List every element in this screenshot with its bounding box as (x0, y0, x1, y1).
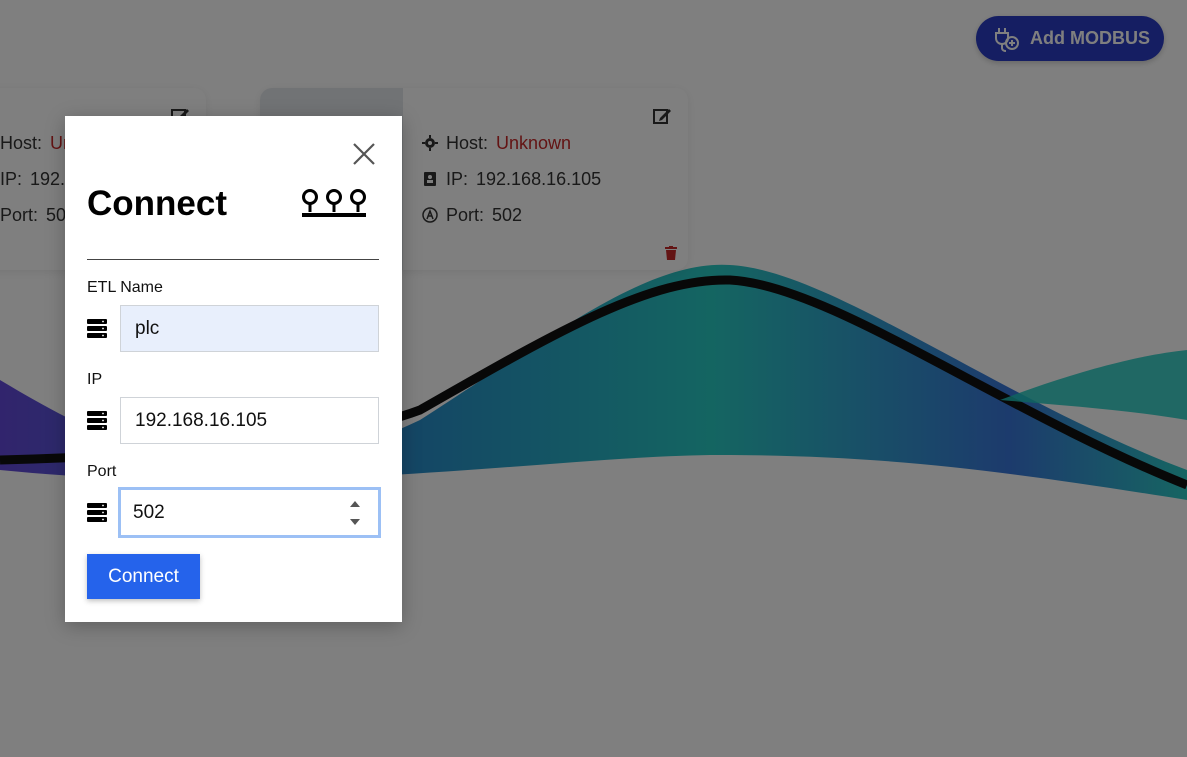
port-label: Port (87, 463, 117, 480)
connect-button[interactable]: Connect (87, 554, 200, 599)
server-icon (87, 319, 107, 338)
ip-input[interactable] (120, 397, 379, 444)
port-input[interactable] (118, 487, 381, 538)
etl-name-input[interactable] (120, 305, 379, 352)
server-icon (87, 503, 107, 522)
etl-name-label: ETL Name (87, 279, 163, 296)
ip-label: IP (87, 371, 103, 388)
modbus-network-icon (302, 189, 366, 217)
close-icon[interactable] (352, 142, 376, 171)
connect-dialog: Connect ETL Name IP Port (65, 116, 402, 622)
server-icon (87, 411, 107, 430)
stepper-down-icon[interactable] (350, 519, 360, 525)
stepper-up-icon[interactable] (350, 501, 360, 507)
page: Host: Unknown IP: 192.168.16.105 Port: 5… (0, 0, 1187, 757)
dialog-divider (87, 259, 379, 260)
port-stepper[interactable] (348, 501, 362, 525)
dialog-title: Connect (87, 184, 227, 223)
